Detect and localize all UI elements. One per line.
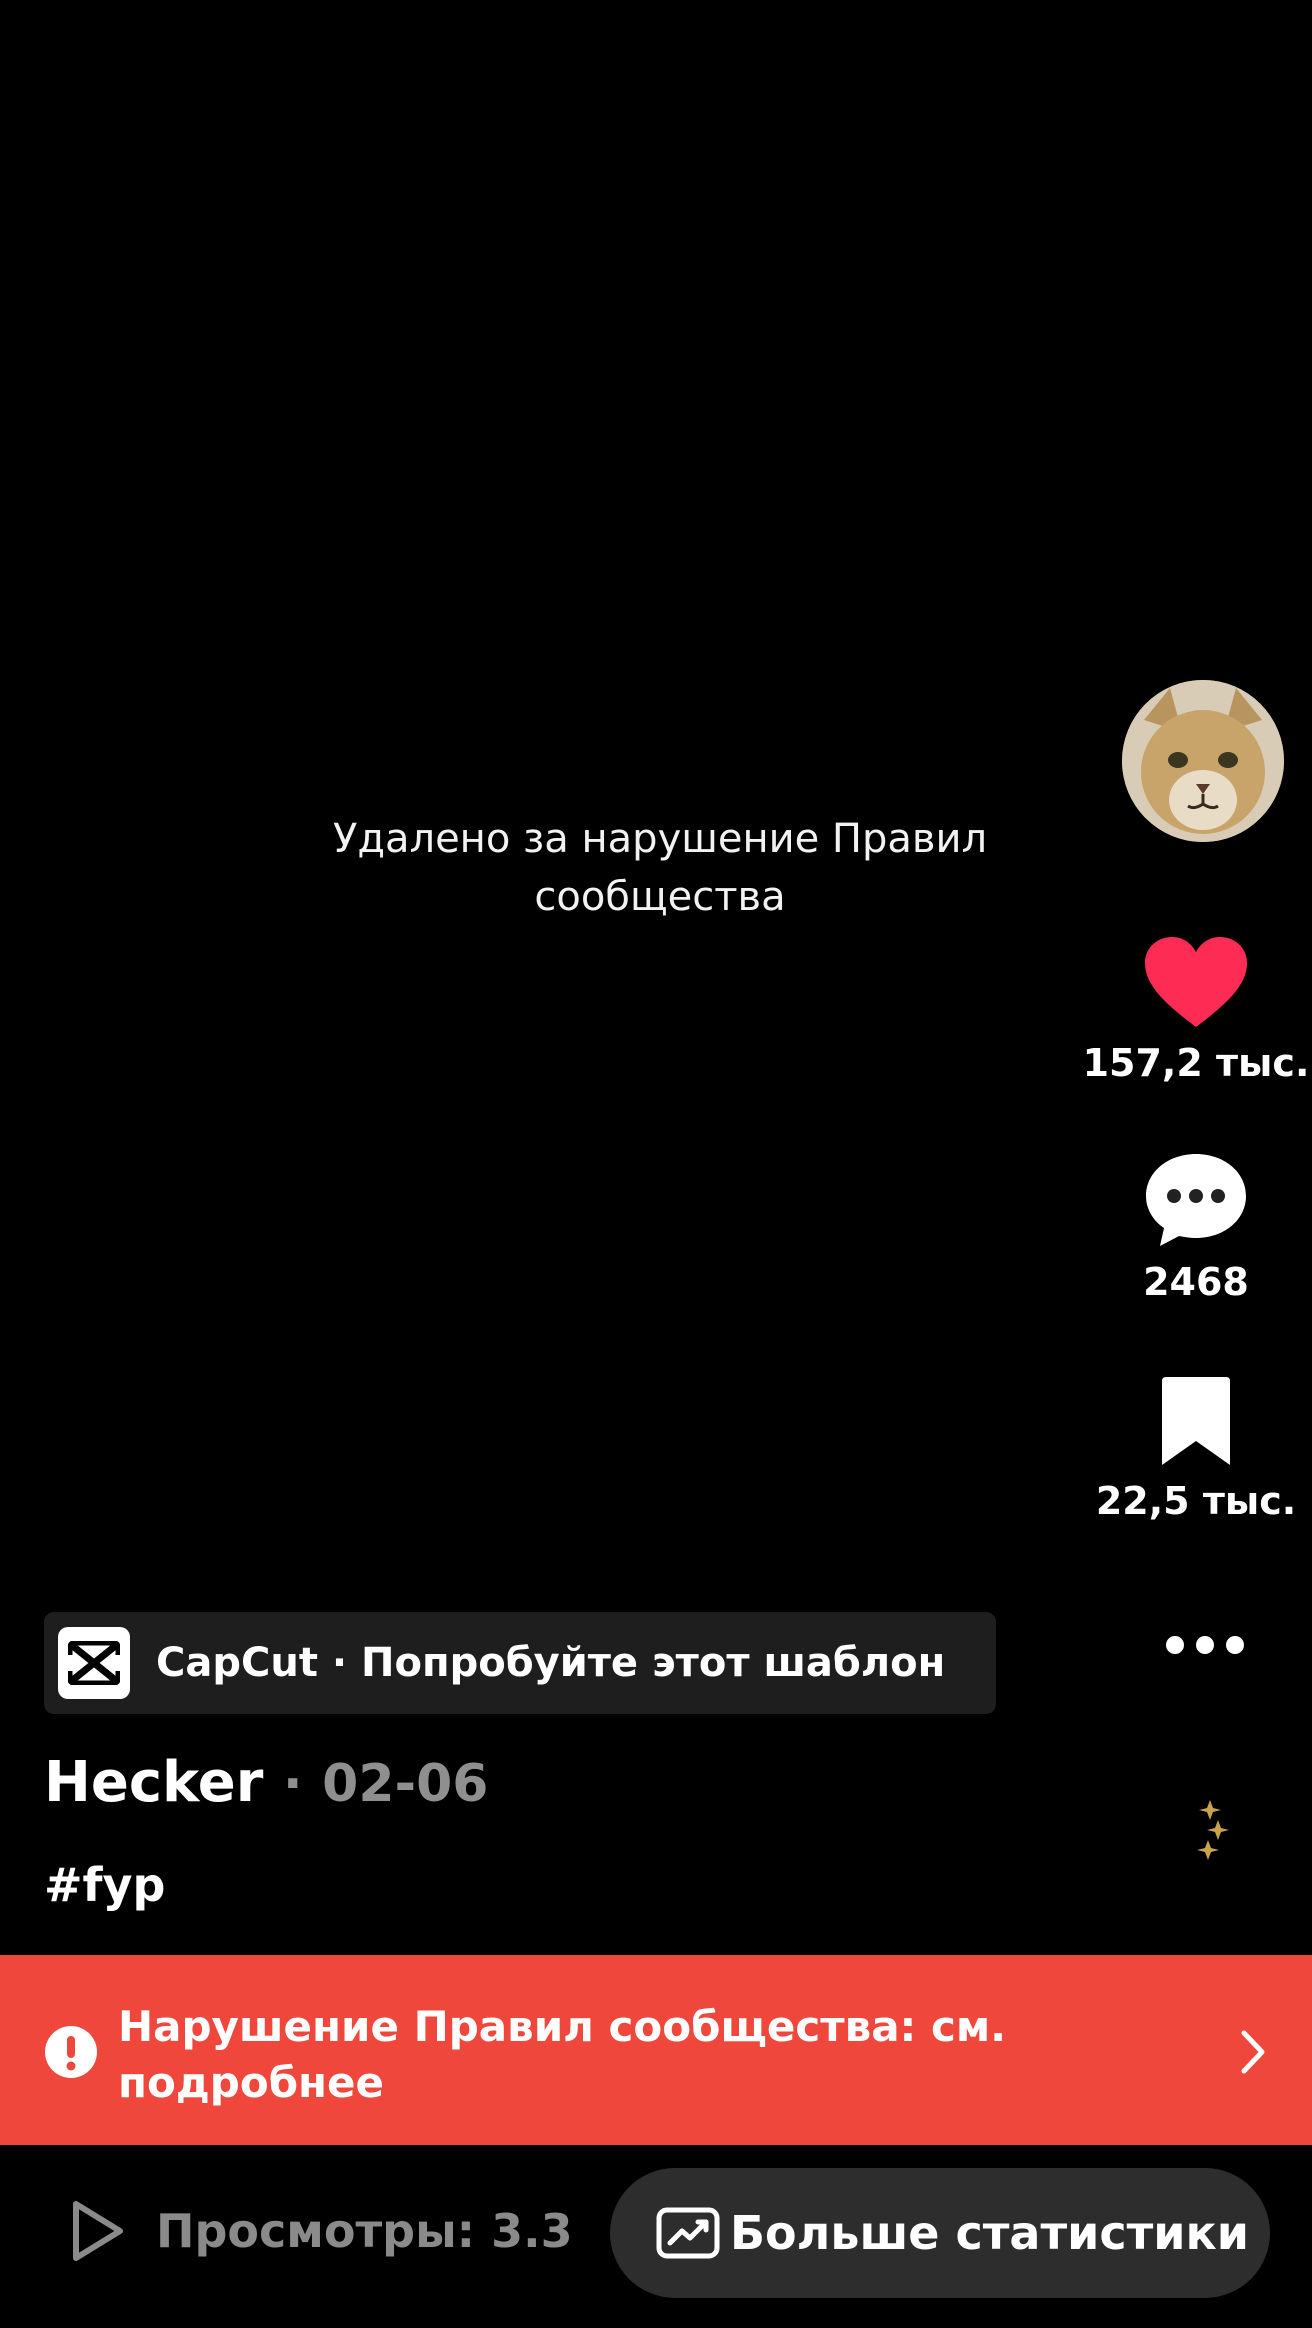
creator-avatar[interactable]: [1122, 680, 1284, 842]
post-meta: Hecker · 02-06: [44, 1750, 488, 1815]
post-date: 02-06: [322, 1754, 489, 1814]
comment-icon: [1146, 1154, 1246, 1246]
views-label: Просмотры: 3.3: [156, 2204, 573, 2258]
views-indicator: Просмотры: 3.3: [68, 2198, 573, 2264]
violation-text: Нарушение Правил сообщества: см. подробн…: [118, 2002, 1007, 2107]
capcut-template-label: CapCut · Попробуйте этот шаблон: [156, 1640, 946, 1686]
capcut-logo-icon: [58, 1627, 130, 1699]
chevron-right-icon: [1241, 2030, 1265, 2074]
more-options-icon[interactable]: [1160, 1630, 1250, 1660]
capcut-template-banner[interactable]: CapCut · Попробуйте этот шаблон: [44, 1612, 996, 1714]
violation-banner[interactable]: Нарушение Правил сообщества: см. подробн…: [0, 1955, 1312, 2145]
sparkle-icon[interactable]: [1188, 1798, 1238, 1862]
meta-separator: ·: [282, 1754, 303, 1814]
more-stats-button[interactable]: Больше статистики: [610, 2168, 1270, 2298]
play-icon: [73, 2201, 123, 2261]
removed-video-message: Удалено за нарушение Правил сообщества: [332, 816, 988, 920]
author-name[interactable]: Hecker: [44, 1750, 263, 1815]
warning-icon: [45, 2026, 97, 2078]
analytics-icon: [656, 2207, 720, 2259]
heart-icon: [1145, 937, 1247, 1027]
favorite-button[interactable]: 22,5 тыс.: [1080, 1375, 1312, 1523]
more-stats-label: Больше статистики: [730, 2206, 1249, 2260]
hashtag-link[interactable]: #fyp: [44, 1858, 165, 1912]
like-count: 157,2 тыс.: [1082, 1041, 1310, 1085]
comment-button[interactable]: 2468: [1080, 1150, 1312, 1304]
comment-count: 2468: [1143, 1260, 1249, 1304]
like-button[interactable]: 157,2 тыс.: [1080, 935, 1312, 1085]
favorite-count: 22,5 тыс.: [1095, 1479, 1297, 1523]
bookmark-icon: [1162, 1377, 1230, 1465]
